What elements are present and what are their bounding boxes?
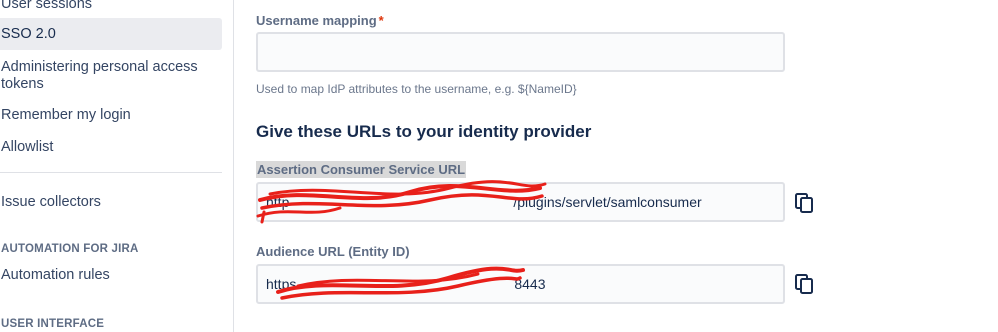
copy-icon	[795, 274, 813, 294]
sidebar-item-allowlist[interactable]: Allowlist	[0, 139, 222, 156]
audience-url-prefix: https	[266, 276, 297, 292]
sidebar: User sessions SSO 2.0 Administering pers…	[0, 0, 234, 332]
acs-url-suffix: /plugins/servlet/samlconsumer	[513, 194, 702, 210]
sidebar-item-personal-access-tokens[interactable]: Administering personal access tokens	[0, 59, 210, 93]
audience-url-suffix: 8443	[514, 276, 546, 292]
sidebar-item-automation-rules[interactable]: Automation rules	[0, 267, 222, 284]
username-mapping-help: Used to map IdP attributes to the userna…	[256, 82, 577, 96]
sidebar-border	[233, 0, 234, 332]
acs-url-field[interactable]: http/plugins/servlet/samlconsumer	[256, 182, 785, 222]
username-mapping-input[interactable]	[256, 32, 785, 72]
sidebar-item-remember-login[interactable]: Remember my login	[0, 107, 222, 124]
audience-url-field[interactable]: https 8443	[256, 264, 785, 304]
sidebar-divider	[0, 172, 222, 173]
sidebar-section-user-interface: USER INTERFACE	[1, 318, 105, 330]
acs-url-label: Assertion Consumer Service URL	[256, 161, 467, 178]
sidebar-item-issue-collectors[interactable]: Issue collectors	[0, 194, 222, 211]
acs-url-prefix: http	[266, 194, 290, 210]
identity-provider-heading: Give these URLs to your identity provide…	[256, 122, 592, 141]
required-asterisk: *	[378, 13, 384, 28]
sidebar-item-sso[interactable]: SSO 2.0	[0, 18, 222, 50]
copy-acs-url-button[interactable]	[794, 191, 816, 215]
copy-icon	[795, 193, 813, 213]
sidebar-item-user-sessions[interactable]: User sessions	[0, 0, 222, 16]
sidebar-section-automation: AUTOMATION FOR JIRA	[1, 243, 139, 255]
copy-audience-url-button[interactable]	[794, 272, 816, 296]
username-mapping-label: Username mapping *	[256, 13, 384, 28]
audience-url-label: Audience URL (Entity ID)	[256, 244, 410, 259]
